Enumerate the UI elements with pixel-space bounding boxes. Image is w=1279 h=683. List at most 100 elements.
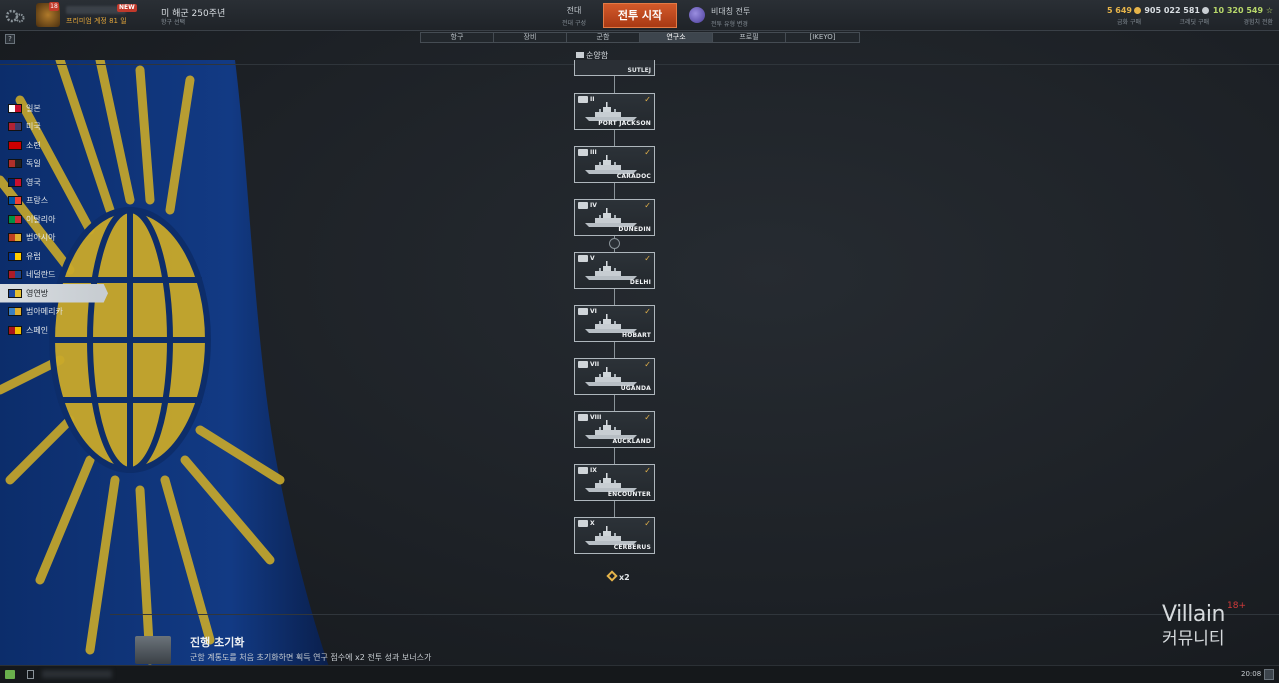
researched-check-icon: ✓ (644, 519, 651, 528)
tab-ships[interactable]: 군함 (567, 33, 640, 42)
researched-check-icon: ✓ (644, 254, 651, 263)
status-blurred-text (42, 670, 112, 678)
tree-branch-node (609, 238, 620, 249)
division-sub: 전대 구성 (562, 20, 586, 27)
nation-label: 일본 (26, 103, 41, 113)
free-xp-label: 경험치 전환 (1243, 19, 1273, 26)
community-watermark: Villain 커뮤니티 18+ (1162, 601, 1246, 649)
nation-item[interactable]: 범아시아 (0, 229, 110, 248)
free-xp-value: 10 320 549 (1212, 6, 1264, 15)
nation-item[interactable]: 범아메리카 (0, 303, 110, 322)
nation-label: 소련 (26, 140, 41, 150)
researched-check-icon: ✓ (644, 413, 651, 422)
ship-name: ENCOUNTER (607, 491, 651, 498)
nation-list: 일본미국소련독일영국프랑스이탈리아범아시아유럽네덜란드영연방범아메리카스페인 (0, 99, 110, 340)
nation-label: 프랑스 (26, 196, 49, 206)
nation-label: 스페인 (26, 325, 49, 335)
ship-name: CARADOC (616, 173, 651, 180)
flag-icon (8, 233, 22, 243)
premium-account-label[interactable]: 프리미엄 계정 81 일 (66, 16, 127, 26)
ship-card-hobart[interactable]: VI ✓ HOBART (574, 305, 655, 342)
cruiser-class-icon (576, 52, 584, 58)
tab-port[interactable]: 항구 (421, 33, 494, 42)
ship-card-encounter[interactable]: IX ✓ ENCOUNTER (574, 464, 655, 501)
nation-label: 미국 (26, 122, 41, 132)
flag-icon (8, 307, 22, 317)
level-badge: 18 (49, 2, 59, 11)
ship-card-sutlej[interactable]: SUTLEJ (574, 60, 655, 76)
ship-name: HOBART (622, 332, 651, 339)
nation-label: 독일 (26, 159, 41, 169)
gold-currency[interactable]: 5 649 금화 구매 (1107, 6, 1141, 26)
new-badge: NEW (117, 4, 137, 12)
gold-value: 5 649 (1106, 6, 1132, 15)
bonus-diamond-icon (606, 570, 618, 582)
credits-label: 크레딧 구매 (1179, 19, 1209, 26)
nation-item[interactable]: 소련 (0, 136, 110, 155)
tab-research[interactable]: 연구소 (640, 33, 713, 42)
flag-icon (8, 103, 22, 113)
flag-icon (8, 122, 22, 132)
ship-card-cerberus[interactable]: X ✓ CERBERUS (574, 517, 655, 554)
researched-check-icon: ✓ (644, 148, 651, 157)
nation-item[interactable]: 스페인 (0, 321, 110, 340)
star-icon: ☆ (1265, 6, 1273, 15)
flag-icon (8, 140, 22, 150)
nation-label: 범아시아 (26, 233, 56, 243)
ship-name: AUCKLAND (612, 438, 651, 445)
nation-label: 영연방 (26, 288, 49, 298)
researched-check-icon: ✓ (644, 201, 651, 210)
battle-mode-selector[interactable]: 비대칭 전투 전투 유형 변경 (711, 6, 750, 28)
chat-icon[interactable] (5, 670, 15, 679)
reset-progress-icon (135, 636, 171, 664)
nation-item[interactable]: 영국 (0, 173, 110, 192)
free-xp-currency[interactable]: 10 320 549 ☆ 경험치 전환 (1213, 6, 1273, 26)
tab-armory[interactable]: 장비 (494, 33, 567, 42)
nation-item[interactable]: 일본 (0, 99, 110, 118)
ship-card-caradoc[interactable]: III ✓ CARADOC (574, 146, 655, 183)
notifications-icon[interactable] (1264, 669, 1274, 680)
nation-item[interactable]: 프랑스 (0, 192, 110, 211)
ship-name: DELHI (629, 279, 651, 286)
battle-mode-label: 비대칭 전투 (711, 7, 751, 16)
nation-item[interactable]: 네덜란드 (0, 266, 110, 285)
flag-icon (8, 251, 22, 261)
ship-name: CERBERUS (613, 544, 651, 551)
bonus-label: x2 (619, 573, 630, 582)
tree-class-label: 순양함 (586, 51, 609, 60)
nation-item[interactable]: 유럽 (0, 247, 110, 266)
nation-label: 네덜란드 (26, 270, 56, 280)
credits-coin-icon (1202, 7, 1209, 14)
division-button[interactable]: 전대 전대 구성 (546, 5, 602, 27)
ship-name: PORT JACKSON (598, 120, 651, 127)
reset-progress-title: 진행 초기화 (190, 636, 245, 649)
gold-label: 금화 구매 (1117, 19, 1141, 26)
reset-progress-description: 군함 계통도를 처음 초기화하면 획득 연구 점수에 x2 전투 성과 보너스가 (190, 653, 432, 662)
ship-card-auckland[interactable]: VIII ✓ AUCKLAND (574, 411, 655, 448)
nation-item[interactable]: 미국 (0, 118, 110, 137)
ship-card-dunedin[interactable]: IV ✓ DUNEDIN (574, 199, 655, 236)
tab-clan[interactable]: [IKEYO] (786, 33, 859, 42)
ship-card-delhi[interactable]: V ✓ DELHI (574, 252, 655, 289)
help-button[interactable]: ? (5, 34, 15, 44)
ship-name: UGANDA (620, 385, 651, 392)
researched-check-icon: ✓ (644, 466, 651, 475)
ship-card-uganda[interactable]: VII ✓ UGANDA (574, 358, 655, 395)
contacts-icon[interactable] (27, 670, 34, 679)
nation-item[interactable]: 이탈리아 (0, 210, 110, 229)
tab-profile[interactable]: 프로필 (713, 33, 786, 42)
battle-mode-sub: 전투 유형 변경 (711, 21, 748, 28)
nation-item[interactable]: 독일 (0, 155, 110, 174)
researched-check-icon: ✓ (644, 307, 651, 316)
credits-currency[interactable]: 905 022 581 크레딧 구매 (1144, 6, 1209, 26)
gear-icon[interactable] (5, 7, 25, 25)
nation-item[interactable]: 영연방 (0, 284, 108, 303)
divider (110, 614, 1279, 615)
credits-value: 905 022 581 (1144, 6, 1200, 15)
battle-mode-icon[interactable] (689, 7, 705, 23)
flag-icon (8, 288, 22, 298)
flag-icon (8, 214, 22, 224)
battle-start-button[interactable]: 전투 시작 (603, 3, 677, 28)
division-label: 전대 (566, 6, 582, 15)
ship-card-port-jackson[interactable]: II ✓ PORT JACKSON (574, 93, 655, 130)
